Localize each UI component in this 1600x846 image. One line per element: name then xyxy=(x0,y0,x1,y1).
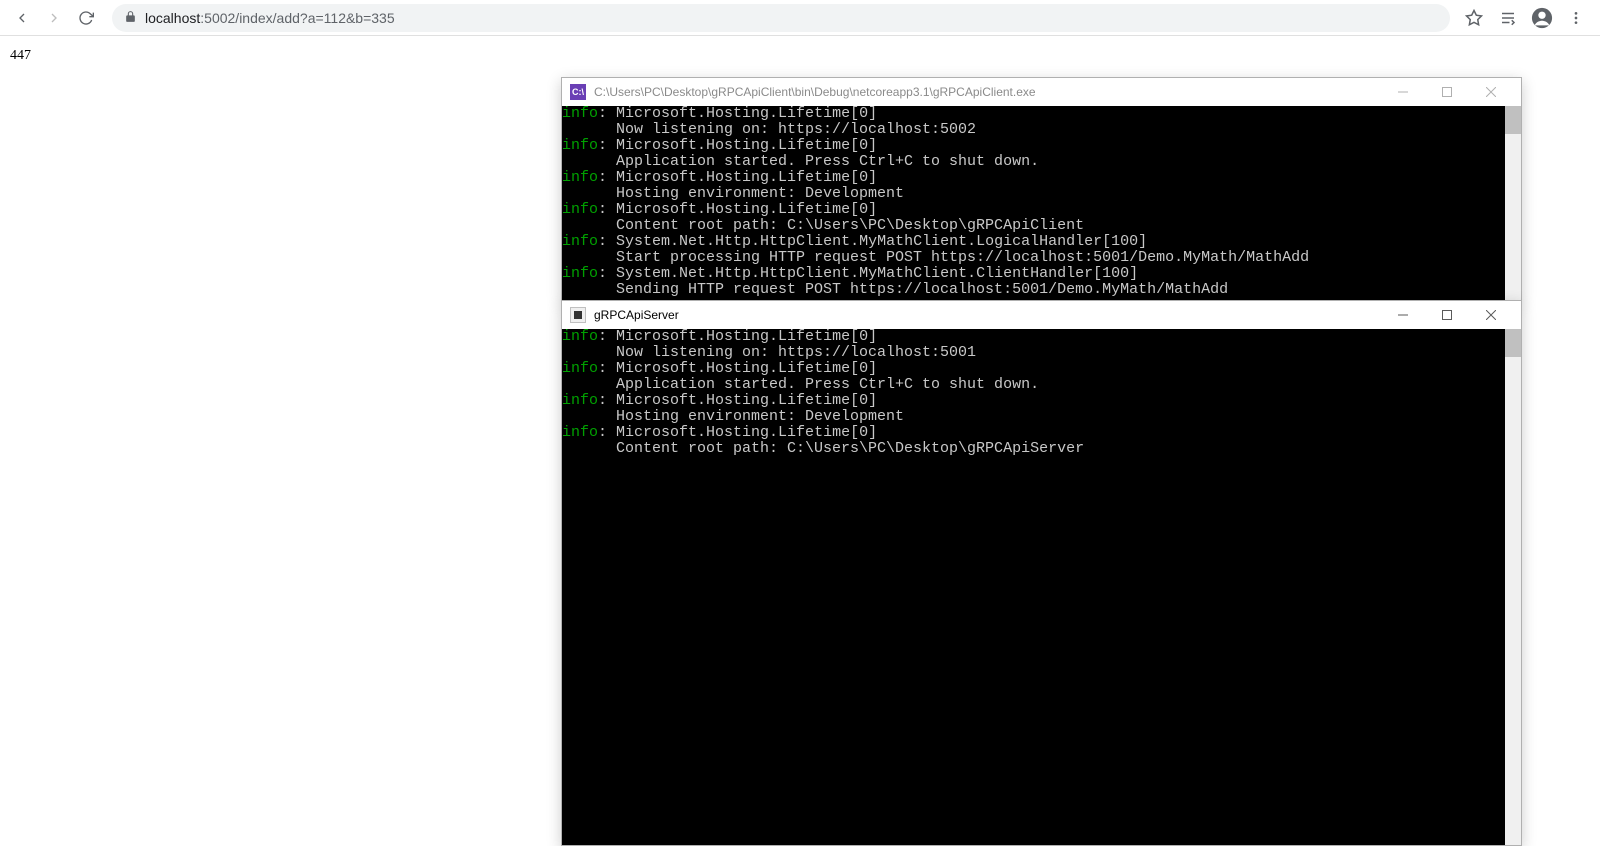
scrollbar-track[interactable] xyxy=(1505,329,1521,845)
log-line: Now listening on: https://localhost:5002 xyxy=(562,122,1521,138)
lock-icon xyxy=(124,10,137,26)
console-window-server[interactable]: gRPCApiServer info: Microsoft.Hosting.Li… xyxy=(561,300,1522,846)
scrollbar-thumb[interactable] xyxy=(1505,106,1521,134)
console-window-client[interactable]: C:\ C:\Users\PC\Desktop\gRPCApiClient\bi… xyxy=(561,77,1522,302)
toolbar-right xyxy=(1462,6,1592,30)
browser-toolbar: localhost:5002/index/add?a=112&b=335 xyxy=(0,0,1600,36)
log-line: info: Microsoft.Hosting.Lifetime[0] xyxy=(562,361,1521,377)
app-icon-server xyxy=(570,307,586,323)
url-host: localhost xyxy=(145,10,200,26)
log-line: info: Microsoft.Hosting.Lifetime[0] xyxy=(562,202,1521,218)
log-line: Sending HTTP request POST https://localh… xyxy=(562,282,1521,298)
reading-list-icon[interactable] xyxy=(1496,6,1520,30)
log-line: info: Microsoft.Hosting.Lifetime[0] xyxy=(562,425,1521,441)
scrollbar-track[interactable] xyxy=(1505,106,1521,301)
log-line: Content root path: C:\Users\PC\Desktop\g… xyxy=(562,441,1521,457)
bookmark-star-icon[interactable] xyxy=(1462,6,1486,30)
log-line: info: System.Net.Http.HttpClient.MyMathC… xyxy=(562,234,1521,250)
app-icon-text: C:\ xyxy=(572,87,584,97)
url-rest: :5002/index/add?a=112&b=335 xyxy=(200,10,394,26)
log-line: Content root path: C:\Users\PC\Desktop\g… xyxy=(562,218,1521,234)
console-output-server: info: Microsoft.Hosting.Lifetime[0]Now l… xyxy=(562,329,1521,457)
console-body-client[interactable]: info: Microsoft.Hosting.Lifetime[0]Now l… xyxy=(562,106,1521,301)
minimize-button[interactable] xyxy=(1381,78,1425,106)
console-output-client: info: Microsoft.Hosting.Lifetime[0]Now l… xyxy=(562,106,1521,298)
log-line: Start processing HTTP request POST https… xyxy=(562,250,1521,266)
close-button[interactable] xyxy=(1469,301,1513,329)
log-line: info: System.Net.Http.HttpClient.MyMathC… xyxy=(562,266,1521,282)
minimize-button[interactable] xyxy=(1381,301,1425,329)
log-line: info: Microsoft.Hosting.Lifetime[0] xyxy=(562,106,1521,122)
titlebar-client[interactable]: C:\ C:\Users\PC\Desktop\gRPCApiClient\bi… xyxy=(562,78,1521,106)
log-line: Hosting environment: Development xyxy=(562,409,1521,425)
window-title-server: gRPCApiServer xyxy=(594,308,1373,322)
log-line: Application started. Press Ctrl+C to shu… xyxy=(562,377,1521,393)
log-line: Application started. Press Ctrl+C to shu… xyxy=(562,154,1521,170)
log-line: info: Microsoft.Hosting.Lifetime[0] xyxy=(562,393,1521,409)
page-result-text: 447 xyxy=(10,48,31,64)
log-line: info: Microsoft.Hosting.Lifetime[0] xyxy=(562,170,1521,186)
log-line: Now listening on: https://localhost:5001 xyxy=(562,345,1521,361)
browser-viewport: 447 C:\ C:\Users\PC\Desktop\gRPCApiClien… xyxy=(0,36,1600,818)
maximize-button[interactable] xyxy=(1425,78,1469,106)
log-line: info: Microsoft.Hosting.Lifetime[0] xyxy=(562,329,1521,345)
reload-button[interactable] xyxy=(72,4,100,32)
window-title-client: C:\Users\PC\Desktop\gRPCApiClient\bin\De… xyxy=(594,85,1373,99)
scrollbar-thumb[interactable] xyxy=(1505,329,1521,357)
titlebar-server[interactable]: gRPCApiServer xyxy=(562,301,1521,329)
forward-button[interactable] xyxy=(40,4,68,32)
window-controls-server xyxy=(1381,301,1513,329)
address-bar[interactable]: localhost:5002/index/add?a=112&b=335 xyxy=(112,4,1450,32)
close-button[interactable] xyxy=(1469,78,1513,106)
url-text: localhost:5002/index/add?a=112&b=335 xyxy=(145,10,395,26)
profile-avatar-icon[interactable] xyxy=(1530,6,1554,30)
menu-icon[interactable] xyxy=(1564,6,1588,30)
console-body-server[interactable]: info: Microsoft.Hosting.Lifetime[0]Now l… xyxy=(562,329,1521,845)
app-icon-client: C:\ xyxy=(570,84,586,100)
log-line: Hosting environment: Development xyxy=(562,186,1521,202)
back-button[interactable] xyxy=(8,4,36,32)
maximize-button[interactable] xyxy=(1425,301,1469,329)
log-line: info: Microsoft.Hosting.Lifetime[0] xyxy=(562,138,1521,154)
window-controls-client xyxy=(1381,78,1513,106)
